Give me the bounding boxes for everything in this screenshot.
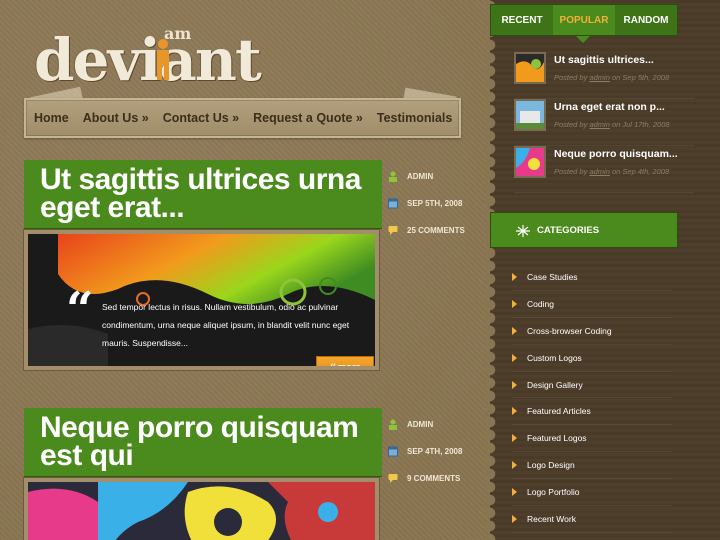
category-item[interactable]: Featured Logos [512, 425, 672, 453]
thumbnail-image [516, 148, 544, 176]
user-icon [389, 171, 397, 182]
active-tab-arrow [576, 36, 590, 43]
recent-post-author[interactable]: admin [589, 120, 609, 129]
recent-post-author[interactable]: admin [589, 167, 609, 176]
category-item[interactable]: Coding [512, 291, 672, 318]
category-label[interactable]: Recent Work [527, 514, 576, 524]
post-author[interactable]: ADMIN [407, 172, 433, 181]
category-item[interactable]: Recent Work [512, 506, 672, 533]
post-title[interactable]: Neque porro quisquam est qui [40, 413, 366, 471]
popular-posts-list: Ut sagittis ultrices... Posted by admin … [514, 52, 694, 193]
arrow-bullet-icon [512, 299, 517, 308]
calendar-icon [388, 446, 398, 457]
list-item[interactable]: Neque porro quisquam... Posted by admin … [514, 146, 694, 193]
categories-list: Case Studies Coding Cross-browser Coding… [512, 264, 672, 533]
posted-by-label: Posted by [554, 120, 588, 129]
category-item[interactable]: Custom Logos [512, 345, 672, 372]
post-thumbnail[interactable] [514, 52, 546, 84]
recent-post-date: on Sep 4th, 2008 [611, 167, 670, 176]
category-label[interactable]: Featured Articles [527, 406, 591, 416]
tab-popular[interactable]: POPULAR [553, 5, 615, 35]
comment-bubble-icon [388, 474, 398, 483]
nav-home[interactable]: Home [34, 111, 69, 125]
category-item[interactable]: Logo Design [512, 452, 672, 480]
star-burst-icon [516, 225, 530, 237]
recent-post-title[interactable]: Urna eget erat non p... [554, 101, 665, 113]
category-label[interactable]: Logo Design [527, 460, 575, 470]
arrow-bullet-icon [512, 407, 517, 416]
post-date: SEP 4TH, 2008 [407, 447, 463, 456]
category-item[interactable]: Case Studies [512, 264, 672, 291]
arrow-bullet-icon [512, 380, 517, 389]
arrow-bullet-icon [512, 272, 517, 281]
recent-post-meta: Posted by admin on Jul 17th, 2008 [554, 120, 670, 129]
nav-request-quote[interactable]: Request a Quote » [253, 111, 363, 125]
arrow-bullet-icon [512, 514, 517, 523]
logo-figure-icon [157, 39, 169, 80]
post-image[interactable] [24, 478, 379, 540]
arrow-bullet-icon [512, 434, 517, 443]
category-label[interactable]: Featured Logos [527, 433, 587, 443]
post-2: Neque porro quisquam est qui ADMIN SEP 4… [24, 408, 494, 540]
recent-post-title[interactable]: Ut sagittis ultrices... [554, 54, 654, 66]
arrow-bullet-icon [512, 353, 517, 362]
category-label[interactable]: Custom Logos [527, 353, 582, 363]
arrow-bullet-icon [512, 488, 517, 497]
quote-icon: “ [66, 282, 94, 338]
post-thumbnail[interactable] [514, 99, 546, 131]
thumbnail-image [516, 101, 544, 129]
recent-post-date: on Jul 17th, 2008 [611, 120, 670, 129]
nav-about-us[interactable]: About Us » [83, 111, 149, 125]
post-1: “ Sed tempor lectus in risus. Nullam ves… [24, 160, 494, 380]
category-item[interactable]: Cross-browser Coding [512, 318, 672, 345]
recent-post-date: on Sep 5th, 2008 [611, 73, 670, 82]
calendar-icon [388, 198, 398, 209]
list-item[interactable]: Urna eget erat non p... Posted by admin … [514, 99, 694, 146]
post-image-graphic [28, 482, 375, 540]
comment-bubble-icon [388, 226, 398, 235]
category-label[interactable]: Cross-browser Coding [527, 326, 612, 336]
list-item[interactable]: Ut sagittis ultrices... Posted by admin … [514, 52, 694, 99]
category-label[interactable]: Case Studies [527, 272, 578, 282]
thumbnail-image [516, 54, 544, 82]
category-item[interactable]: Featured Articles [512, 398, 672, 426]
nav-testimonials[interactable]: Testimonials [377, 111, 452, 125]
logo-name: deviant [34, 26, 262, 94]
recent-post-title[interactable]: Neque porro quisquam... [554, 148, 678, 160]
recent-post-author[interactable]: admin [589, 73, 609, 82]
category-item[interactable]: Logo Portfolio [512, 479, 672, 507]
recent-post-meta: Posted by admin on Sep 5th, 2008 [554, 73, 669, 82]
post-comments[interactable]: 9 COMMENTS [407, 474, 460, 483]
post-date: SEP 5TH, 2008 [407, 199, 463, 208]
recent-post-meta: Posted by admin on Sep 4th, 2008 [554, 167, 669, 176]
sidebar: RECENT POPULAR RANDOM Ut sagittis ultric… [482, 0, 720, 540]
categories-header: CATEGORIES [490, 212, 678, 248]
user-icon [389, 419, 397, 430]
post-thumbnail[interactable] [514, 146, 546, 178]
arrow-bullet-icon [512, 326, 517, 335]
posted-by-label: Posted by [554, 73, 588, 82]
category-item[interactable]: Design Gallery [512, 372, 672, 399]
sidebar-tabs: RECENT POPULAR RANDOM [490, 4, 678, 36]
post-title-box: Ut sagittis ultrices urna eget erat... [24, 160, 382, 229]
category-label[interactable]: Logo Portfolio [527, 487, 579, 497]
post-title[interactable]: Ut sagittis ultrices urna eget erat... [40, 165, 366, 223]
tab-recent[interactable]: RECENT [491, 5, 553, 35]
arrow-bullet-icon [512, 461, 517, 470]
categories-title: CATEGORIES [537, 224, 600, 236]
posted-by-label: Posted by [554, 167, 588, 176]
post-comments[interactable]: 25 COMMENTS [407, 226, 465, 235]
torn-paper-edge [482, 0, 498, 540]
site-logo[interactable]: deviant am [34, 18, 274, 94]
post-author[interactable]: ADMIN [407, 420, 433, 429]
category-label[interactable]: Design Gallery [527, 380, 583, 390]
post-title-box: Neque porro quisquam est qui [24, 408, 382, 477]
tab-random[interactable]: RANDOM [615, 5, 677, 35]
post-image[interactable]: “ Sed tempor lectus in risus. Nullam ves… [24, 230, 379, 370]
nav-contact-us[interactable]: Contact Us » [163, 111, 239, 125]
category-label[interactable]: Coding [527, 299, 554, 309]
post-excerpt: Sed tempor lectus in risus. Nullam vesti… [102, 302, 350, 348]
main-nav: Home About Us » Contact Us » Request a Q… [24, 98, 461, 138]
